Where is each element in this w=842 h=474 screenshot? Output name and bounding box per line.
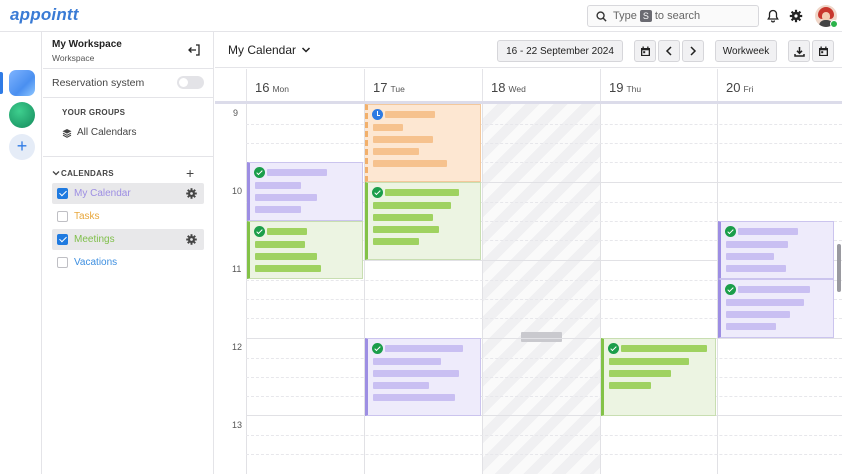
your-groups-heading: YOUR GROUPS	[62, 108, 126, 117]
calendar-checkbox[interactable]	[57, 234, 68, 245]
calendar-selector-label: My Calendar	[228, 43, 297, 57]
event-block[interactable]	[365, 182, 481, 260]
top-bar: appointt Type S to search	[0, 0, 842, 32]
calendar-checkbox[interactable]	[57, 257, 68, 268]
calendar-options-button[interactable]	[812, 40, 834, 62]
reservation-system-toggle[interactable]	[177, 76, 204, 89]
gear-icon[interactable]	[788, 8, 804, 24]
calendar-label: My Calendar	[74, 188, 131, 199]
reservation-system-label: Reservation system	[52, 77, 145, 89]
search-icon	[596, 10, 607, 22]
sidebar: My Workspace Workspace Reservation syste…	[43, 32, 214, 474]
download-button[interactable]	[788, 40, 810, 62]
all-calendars-label: All Calendars	[77, 127, 137, 138]
chevron-right-icon	[690, 46, 697, 56]
calendar-label: Tasks	[74, 211, 100, 222]
confirmed-check-icon	[372, 187, 383, 198]
next-week-button[interactable]	[682, 40, 704, 62]
calendar-item-vacations[interactable]: Vacations	[52, 252, 204, 273]
event-block-pending[interactable]	[365, 104, 481, 182]
day-header-thu[interactable]: 19 Thu	[600, 69, 717, 102]
event-block[interactable]	[601, 338, 716, 416]
download-icon	[793, 46, 805, 57]
date-range-button[interactable]: 16 - 22 September 2024	[497, 40, 623, 62]
event-block[interactable]	[365, 338, 481, 416]
chevron-left-icon	[665, 46, 672, 56]
search-suffix: to search	[654, 10, 701, 22]
event-block[interactable]	[718, 279, 834, 338]
confirmed-check-icon	[608, 343, 619, 354]
previous-week-button[interactable]	[658, 40, 680, 62]
hour-label: 13	[232, 420, 243, 430]
calendar-checkbox[interactable]	[57, 188, 68, 199]
app-logo[interactable]: appointt	[10, 5, 79, 25]
layers-icon	[62, 128, 72, 138]
calendar-grid[interactable]: 9 10 11 12 13	[215, 104, 842, 474]
event-block[interactable]	[247, 221, 363, 279]
day-header-fri[interactable]: 20 Fri	[717, 69, 842, 102]
confirmed-check-icon	[725, 226, 736, 237]
event-block[interactable]	[247, 162, 363, 221]
calendar-icon	[818, 46, 828, 56]
blocked-day-label	[521, 332, 562, 342]
pending-clock-icon	[372, 109, 383, 120]
workspace-subtitle: Workspace	[52, 53, 95, 63]
add-workspace-button[interactable]: +	[9, 134, 35, 160]
calendar-label: Meetings	[74, 234, 115, 245]
calendar-toolbar: My Calendar 16 - 22 September 2024 Workw…	[215, 32, 842, 68]
blocked-day-wed	[483, 104, 600, 474]
active-workspace-indicator	[0, 72, 3, 94]
calendar-checkbox[interactable]	[57, 211, 68, 222]
view-selector-button[interactable]: Workweek	[715, 40, 777, 62]
bell-icon[interactable]	[765, 8, 781, 24]
hour-label: 11	[232, 264, 242, 274]
workspace-tile-active[interactable]	[9, 70, 35, 96]
confirmed-check-icon	[372, 343, 383, 354]
calendar-label: Vacations	[74, 257, 118, 268]
hour-label: 9	[233, 108, 239, 118]
calendar-today-icon	[640, 46, 650, 56]
day-header-wed[interactable]: 18 Wed	[482, 69, 600, 102]
event-block[interactable]	[718, 221, 834, 279]
add-calendar-button[interactable]: +	[186, 166, 194, 180]
chevron-down-icon[interactable]	[52, 169, 60, 177]
grid-scrollbar[interactable]	[837, 244, 841, 292]
confirmed-check-icon	[725, 284, 736, 295]
chevron-down-icon	[302, 47, 311, 53]
confirmed-check-icon	[254, 226, 265, 237]
all-calendars-item[interactable]: All Calendars	[62, 127, 136, 138]
calendar-item-meetings[interactable]: Meetings	[52, 229, 204, 250]
search-input[interactable]: Type S to search	[587, 5, 759, 27]
calendar-item-my-calendar[interactable]: My Calendar	[52, 183, 204, 204]
workspace-name: My Workspace	[52, 39, 122, 50]
hour-label: 10	[232, 186, 243, 196]
collapse-sidebar-icon[interactable]	[187, 43, 201, 57]
search-shortcut-key: S	[639, 10, 652, 22]
day-header-mon[interactable]: 16 Mon	[246, 69, 365, 102]
calendars-heading: CALENDARS	[61, 169, 114, 178]
online-status-dot	[830, 20, 838, 28]
calendar-selector[interactable]: My Calendar	[228, 43, 311, 57]
hour-label: 12	[232, 342, 243, 352]
workspace-rail: +	[0, 32, 42, 474]
search-prefix: Type	[613, 10, 637, 22]
today-button[interactable]	[634, 40, 656, 62]
calendar-settings-gear-icon[interactable]	[185, 233, 198, 246]
day-header-tue[interactable]: 17 Tue	[364, 69, 482, 102]
calendar-item-tasks[interactable]: Tasks	[52, 206, 204, 227]
workspace-tile-2[interactable]	[9, 102, 35, 128]
calendar-settings-gear-icon[interactable]	[185, 187, 198, 200]
confirmed-check-icon	[254, 167, 265, 178]
